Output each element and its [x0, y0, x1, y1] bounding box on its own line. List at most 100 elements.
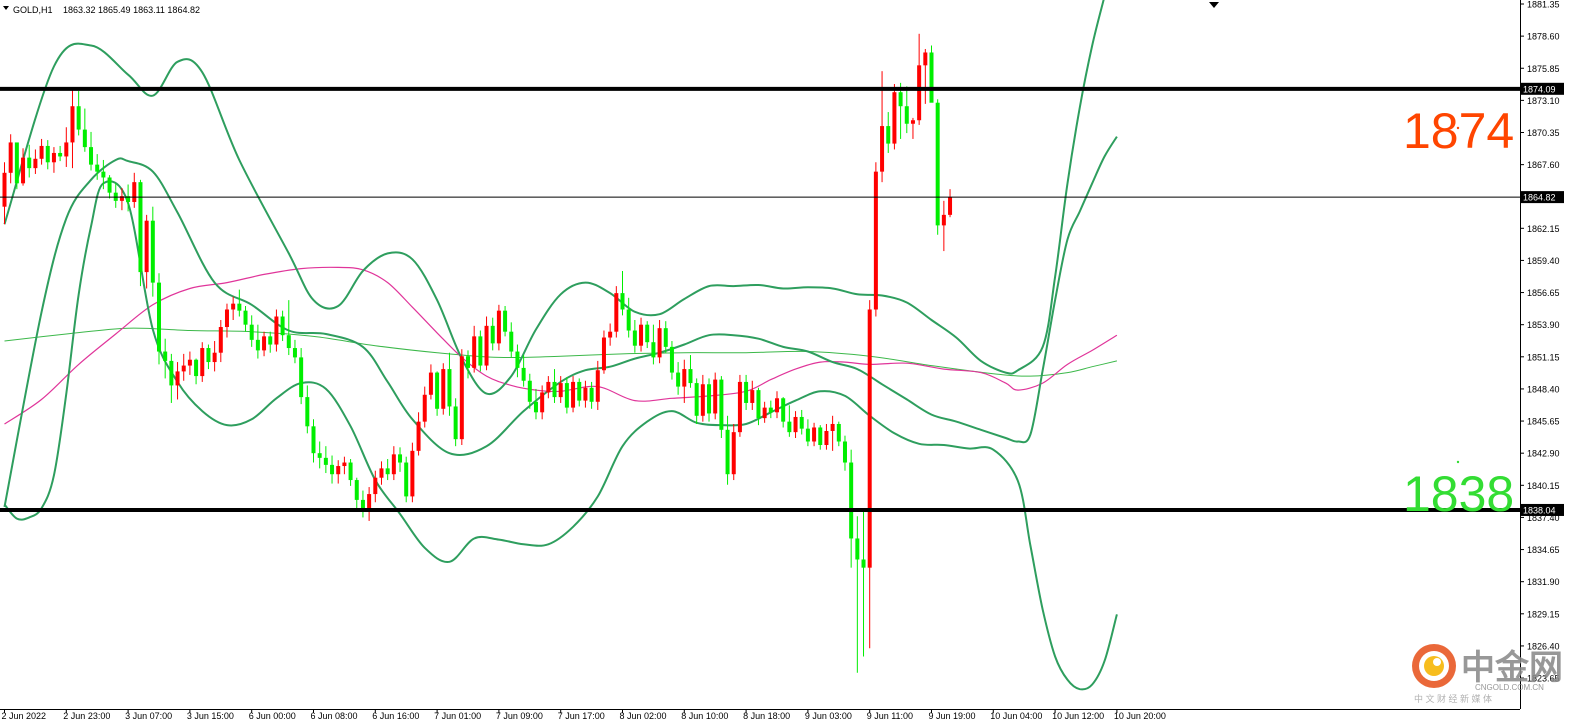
- candle: [385, 459, 390, 481]
- candle: [812, 422, 817, 447]
- ohlc-readout: 1863.32 1865.49 1863.11 1864.82: [63, 5, 200, 15]
- candle: [787, 405, 792, 437]
- candle: [651, 324, 656, 365]
- price-level-tag-label: 1864.82: [1523, 193, 1556, 203]
- candle: [206, 344, 211, 370]
- candle-body: [737, 381, 742, 433]
- candle: [453, 398, 458, 447]
- candle: [941, 200, 946, 252]
- candle-body: [676, 372, 681, 387]
- candle: [700, 374, 705, 422]
- axis-layer: 1881.35 1878.60 1875.85 1873.10 1870.35 1867.…: [0, 0, 1564, 721]
- price-level-tag-label: 1838.04: [1523, 505, 1556, 515]
- candle-body: [812, 427, 817, 442]
- candle-body: [589, 387, 594, 402]
- price-chart[interactable]: 1881.35 1878.60 1875.85 1873.10 1870.35 1867.…: [0, 0, 1576, 721]
- candle-body: [917, 65, 922, 121]
- candle: [249, 315, 254, 347]
- candle-body: [651, 342, 656, 358]
- candle: [435, 371, 440, 416]
- chart-canvas[interactable]: 1881.35 1878.60 1875.85 1873.10 1870.35 1867.…: [0, 0, 1576, 721]
- candle-body: [713, 379, 718, 414]
- candle: [639, 317, 644, 352]
- candle: [39, 138, 44, 165]
- candle-body: [564, 383, 569, 408]
- candle-body: [490, 325, 495, 344]
- candle: [175, 362, 180, 400]
- candle: [138, 179, 143, 287]
- candle-body: [39, 145, 44, 159]
- candle-body: [880, 126, 885, 172]
- candle-body: [144, 220, 149, 273]
- price-tick-label: 1840.15: [1527, 481, 1560, 491]
- candle-body: [824, 430, 829, 446]
- candle: [571, 376, 576, 413]
- time-tick-label: 8 Jun 02:00: [620, 711, 667, 721]
- candle-body: [101, 171, 106, 178]
- candle-body: [768, 407, 773, 413]
- candle: [311, 419, 316, 463]
- time-tick-label: 10 Jun 12:00: [1052, 711, 1104, 721]
- candle-body: [571, 381, 576, 408]
- candle: [367, 487, 372, 521]
- watermark-brand: 中金网: [1461, 648, 1563, 687]
- candle: [521, 355, 526, 387]
- candle-body: [237, 303, 242, 311]
- candle: [113, 183, 118, 208]
- price-tick-label: 1834.65: [1527, 545, 1560, 555]
- candle: [76, 91, 81, 136]
- candle-body: [305, 397, 310, 427]
- candle-body: [478, 336, 483, 366]
- candle-body: [255, 339, 260, 351]
- candle-body: [583, 387, 588, 401]
- candle: [762, 401, 767, 423]
- candle: [82, 108, 87, 152]
- candle: [892, 84, 897, 150]
- candle-body: [620, 293, 625, 310]
- candle-body: [775, 398, 779, 413]
- candle: [317, 441, 322, 469]
- candle-body: [200, 348, 205, 377]
- candle: [886, 112, 891, 153]
- candle: [929, 45, 934, 103]
- candle-body: [187, 359, 192, 366]
- candle-body: [58, 152, 63, 157]
- candle-body: [558, 383, 563, 398]
- candle: [360, 490, 365, 518]
- candle-body: [262, 336, 267, 351]
- time-tick-label: 7 Jun 01:00: [434, 711, 481, 721]
- candle: [8, 134, 13, 184]
- candle-body: [317, 453, 322, 458]
- candle-body: [725, 429, 730, 475]
- candle: [676, 362, 681, 395]
- time-tick-label: 3 Jun 15:00: [187, 711, 234, 721]
- candle-body: [793, 416, 798, 433]
- candle-body: [268, 336, 273, 345]
- candle: [861, 508, 866, 657]
- candle-body: [929, 52, 934, 103]
- candle: [484, 316, 489, 371]
- candle: [503, 305, 508, 337]
- price-tick-label: 1851.15: [1527, 352, 1560, 362]
- candle-body: [515, 351, 520, 368]
- candle-body: [391, 454, 396, 475]
- time-tick-label: 2 Jun 2022: [2, 711, 47, 721]
- candle: [379, 461, 384, 485]
- candle-body: [206, 348, 211, 363]
- candle-body: [311, 426, 316, 454]
- price-tick-label: 1867.60: [1527, 160, 1560, 170]
- candle-body: [781, 398, 786, 422]
- candle-body: [503, 310, 508, 332]
- candle: [824, 423, 829, 450]
- candle-body: [886, 126, 891, 144]
- chart-shift-marker-icon[interactable]: [1209, 2, 1219, 8]
- candle-body: [280, 316, 285, 336]
- candle: [898, 82, 903, 139]
- candle: [194, 358, 199, 385]
- candle: [323, 446, 328, 474]
- cngold-logo-icon: [1412, 644, 1456, 688]
- time-tick-label: 6 Jun 00:00: [249, 711, 296, 721]
- candle: [744, 374, 749, 410]
- candle-body: [132, 182, 137, 203]
- dropdown-triangle-icon[interactable]: [3, 6, 9, 10]
